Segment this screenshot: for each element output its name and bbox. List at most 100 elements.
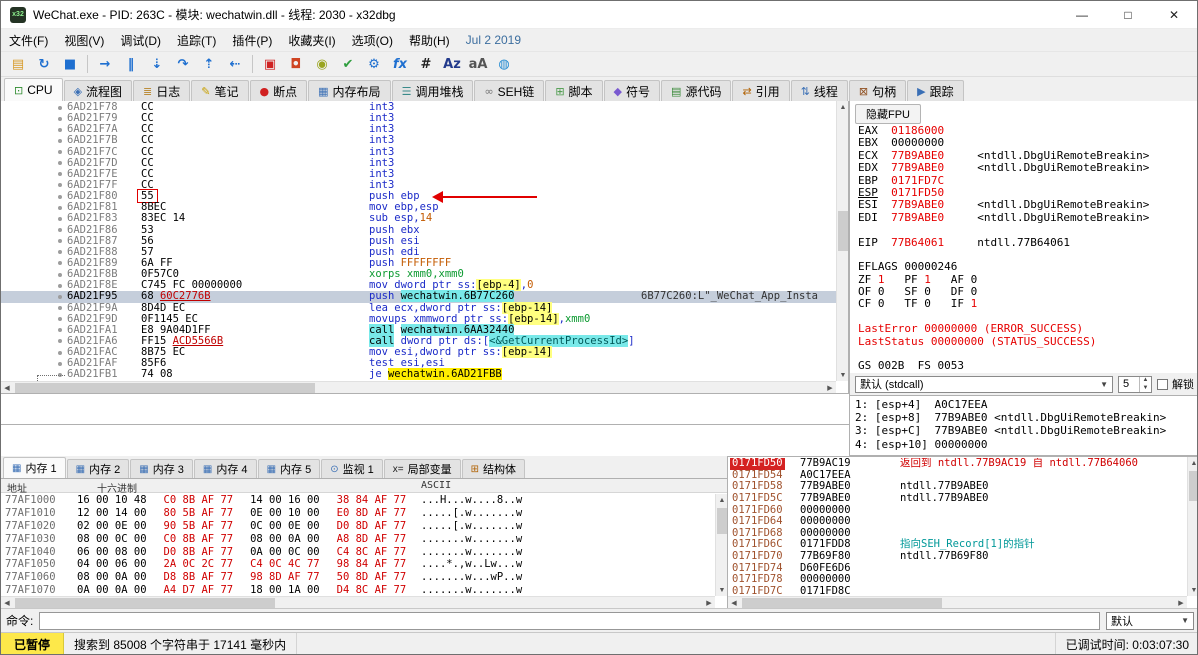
stack-horizontal-scrollbar[interactable]: ◀ ▶	[728, 596, 1187, 608]
maximize-button[interactable]: □	[1105, 1, 1151, 28]
scroll-thumb[interactable]	[838, 211, 848, 251]
tab-call-stack[interactable]: ☰ 调用堆栈	[391, 80, 474, 101]
breakpoint-dot-icon[interactable]	[58, 127, 62, 132]
menu-item-5[interactable]: 收藏夹(I)	[280, 29, 343, 52]
tab-log[interactable]: ≣ 日志	[133, 80, 191, 101]
menu-item-6[interactable]: 选项(O)	[344, 29, 401, 52]
tab-script[interactable]: ⊞ 脚本	[545, 80, 603, 101]
scroll-thumb[interactable]	[717, 508, 727, 534]
disasm-horizontal-scrollbar[interactable]: ◀ ▶	[1, 381, 836, 393]
tab-memory-map[interactable]: ▦ 内存布局	[308, 80, 391, 101]
scroll-right-arrow-icon[interactable]: ▶	[703, 597, 715, 608]
scroll-up-arrow-icon[interactable]: ▲	[1188, 457, 1197, 469]
menu-item-2[interactable]: 调试(D)	[112, 29, 169, 52]
argument-row[interactable]: 3: [esp+C] 77B9ABE0 <ntdll.DbgUiRemoteBr…	[855, 424, 1193, 437]
stepper-down-icon[interactable]: ▼	[1140, 384, 1151, 392]
tab-seh-chain[interactable]: ∞ SEH链	[474, 80, 545, 101]
memory-map-icon[interactable]: ◉	[310, 53, 334, 75]
tab-trace[interactable]: ▶ 跟踪	[907, 80, 964, 101]
scroll-left-arrow-icon[interactable]: ◀	[728, 597, 740, 608]
dump-horizontal-scrollbar[interactable]: ◀ ▶	[1, 596, 715, 608]
step-into-icon[interactable]: ⇣	[145, 53, 169, 75]
calculator-fx-icon[interactable]: fx	[388, 53, 412, 75]
unlock-checkbox[interactable]: 解锁	[1157, 376, 1194, 392]
tab-cpu[interactable]: ⊡ CPU	[4, 78, 63, 101]
breakpoint-dot-icon[interactable]	[58, 216, 62, 221]
disasm-row[interactable]: 6AD21F7B CC int3	[1, 135, 836, 146]
tab-dump-4[interactable]: ▦ 内存 4	[193, 459, 257, 478]
step-over-icon[interactable]: ↷	[171, 53, 195, 75]
breakpoint-dot-icon[interactable]	[58, 194, 62, 199]
breakpoint-dot-icon[interactable]	[58, 150, 62, 155]
breakpoint-dot-icon[interactable]	[58, 172, 62, 177]
register-row[interactable]: EIP 77B64061 ntdll.77B64061	[858, 236, 1197, 249]
breakpoint-dot-icon[interactable]	[58, 306, 62, 311]
stack-row[interactable]: 0171FD60 00000000	[728, 504, 1187, 517]
register-row[interactable]: CF 0 TF 0 IF 1	[858, 298, 1197, 310]
stop-icon[interactable]: ■	[58, 53, 82, 75]
breakpoint-dot-icon[interactable]	[58, 205, 62, 210]
tab-watch-1[interactable]: ⊙ 监视 1	[321, 459, 383, 478]
open-file-icon[interactable]: ▤	[6, 53, 30, 75]
breakpoint-dot-icon[interactable]	[58, 339, 62, 344]
disasm-row[interactable]: 6AD21F78 CC int3	[1, 102, 836, 113]
stack-row[interactable]: 0171FD64 00000000	[728, 516, 1187, 528]
hash-window-icon[interactable]: #	[414, 53, 438, 75]
breakpoint-dot-icon[interactable]	[58, 283, 62, 288]
disasm-row[interactable]: 6AD21F7A CC int3	[1, 123, 836, 135]
run-until-return-icon[interactable]: ⇡	[197, 53, 221, 75]
stack-row[interactable]: 0171FD78 00000000	[728, 574, 1187, 586]
breakpoint-dot-icon[interactable]	[58, 317, 62, 322]
dump-row[interactable]: 77AF1060 08 00 0A 00 D8 8B AF 77 98 8D AF 7…	[1, 571, 715, 584]
argument-row[interactable]: 1: [esp+4] A0C17EEA	[855, 398, 1193, 411]
stack-row[interactable]: 0171FD7C 0171FD8C	[728, 585, 1187, 596]
strings-az-icon[interactable]: Az	[440, 53, 464, 75]
stack-row[interactable]: 0171FD5C 77B9ABE0 ntdll.77B9ABE0	[728, 492, 1187, 505]
dump-row[interactable]: 77AF1010 12 00 14 00 80 5B AF 77 0E 00 10 0…	[1, 507, 715, 520]
tab-symbols[interactable]: ◆ 符号	[603, 80, 661, 101]
breakpoint-dot-icon[interactable]	[58, 183, 62, 188]
scroll-up-arrow-icon[interactable]: ▲	[716, 494, 727, 506]
breakpoint-dot-icon[interactable]	[58, 328, 62, 333]
dump-row[interactable]: 77AF1050 04 00 06 00 2A 0C 2C 77 C4 0C 4C 7…	[1, 558, 715, 571]
tab-graph[interactable]: ◈ 流程图	[63, 80, 133, 101]
register-row[interactable]: EDI 77B9ABE0 <ntdll.DbgUiRemoteBreakin>	[858, 211, 1197, 224]
disasm-row[interactable]: 6AD21F7C CC int3	[1, 146, 836, 158]
scroll-thumb[interactable]	[15, 598, 275, 608]
close-button[interactable]: ✕	[1151, 1, 1197, 28]
menu-item-4[interactable]: 插件(P)	[224, 29, 280, 52]
scroll-left-arrow-icon[interactable]: ◀	[1, 382, 13, 393]
tab-dump-3[interactable]: ▦ 内存 3	[130, 459, 193, 478]
dump-vertical-scrollbar[interactable]: ▲ ▼	[715, 494, 727, 596]
tab-dump-5[interactable]: ▦ 内存 5	[257, 459, 321, 478]
tab-threads[interactable]: ⇅ 线程	[790, 80, 848, 101]
breakpoint-dot-icon[interactable]	[58, 350, 62, 355]
tab-source[interactable]: ▤ 源代码	[661, 80, 732, 101]
disasm-vertical-scrollbar[interactable]: ▲ ▼	[836, 101, 848, 381]
menu-item-3[interactable]: 追踪(T)	[169, 29, 224, 52]
calling-convention-select[interactable]: 默认 (stdcall) ▼	[855, 375, 1113, 393]
disasm-row[interactable]: 6AD21F79 CC int3	[1, 112, 836, 124]
breakpoint-dot-icon[interactable]	[58, 161, 62, 166]
breakpoint-dot-icon[interactable]	[58, 239, 62, 244]
tab-dump-1[interactable]: ▦ 内存 1	[3, 457, 66, 478]
dump-row[interactable]: 77AF1030 08 00 0C 00 C0 8B AF 77 08 00 0A 0…	[1, 533, 715, 546]
breakpoint-dot-icon[interactable]	[58, 361, 62, 366]
dump-row[interactable]: 77AF1020 02 00 0E 00 90 5B AF 77 0C 00 0E 0…	[1, 520, 715, 533]
stack-row[interactable]: 0171FD74 D60FE6D6	[728, 562, 1187, 575]
arg-count-stepper[interactable]: 5 ▲ ▼	[1118, 375, 1152, 393]
scroll-thumb[interactable]	[15, 383, 315, 393]
checkbox-box[interactable]	[1157, 378, 1168, 390]
command-profile-select[interactable]: 默认 ▼	[1106, 611, 1194, 630]
breakpoint-dot-icon[interactable]	[58, 272, 62, 277]
menu-item-7[interactable]: 帮助(H)	[401, 29, 458, 52]
tab-references[interactable]: ⇄ 引用	[732, 80, 790, 101]
pause-icon[interactable]: ‖	[119, 53, 143, 75]
run-icon[interactable]: →	[93, 53, 117, 75]
scroll-down-arrow-icon[interactable]: ▼	[837, 369, 848, 381]
breakpoint-dot-icon[interactable]	[58, 138, 62, 143]
argument-row[interactable]: 2: [esp+8] 77B9ABE0 <ntdll.DbgUiRemoteBr…	[855, 411, 1193, 424]
register-row[interactable]: GS 002B FS 0053	[858, 360, 1197, 372]
scroll-thumb[interactable]	[742, 598, 942, 608]
tab-notes[interactable]: ✎ 笔记	[191, 80, 249, 101]
